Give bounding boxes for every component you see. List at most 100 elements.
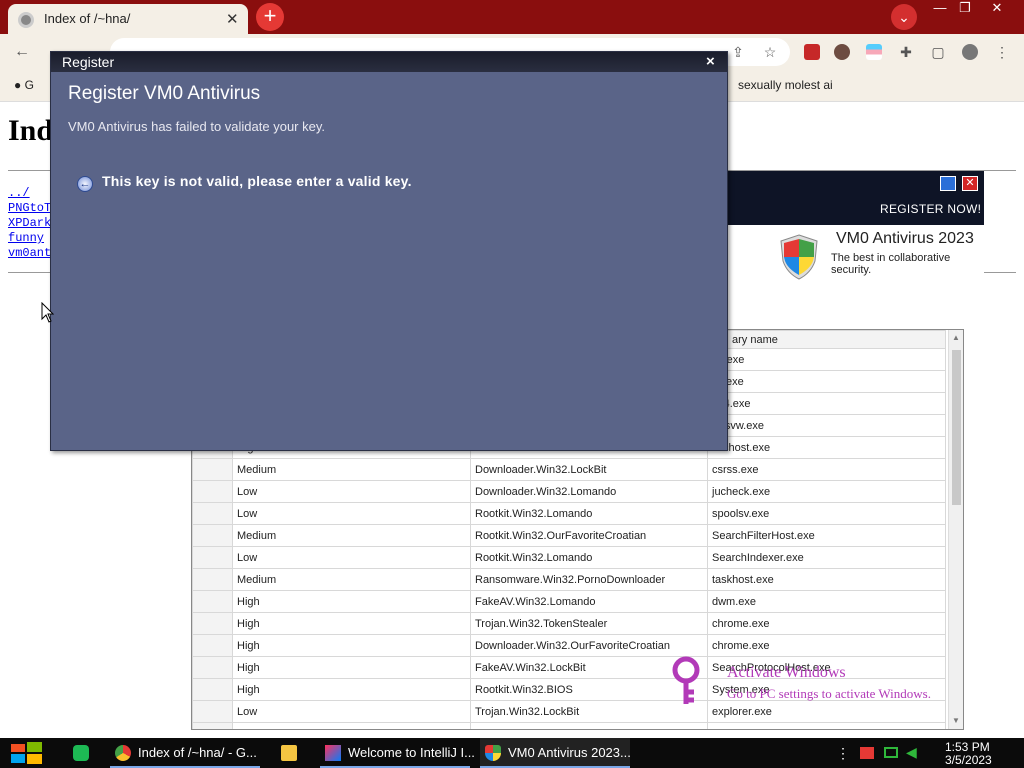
bookmark-item[interactable]: sexually molest ai [738, 78, 833, 92]
threat-name-cell: Ransomware.Win32.PornoDownloader [470, 568, 708, 591]
binary-name-cell: SearchIndexer.exe [707, 546, 946, 569]
directory-listing: ../ PNGtoT XPDark funny vm0ant [8, 186, 51, 261]
scroll-up-icon[interactable]: ▲ [952, 333, 960, 342]
binary-name-cell [707, 722, 946, 729]
table-row[interactable]: Medium Ransomware.Win32.PornoDownloader ta… [192, 568, 946, 591]
directory-link[interactable]: ../ [8, 186, 51, 201]
menu-kebab-icon[interactable]: ⋮ [994, 44, 1010, 60]
row-header-cell [192, 590, 233, 613]
product-tagline: The best in collaborative security. [831, 252, 951, 276]
tab-title: Index of /~hna/ [44, 11, 131, 26]
table-row[interactable]: High Trojan.Win32.TokenStealer chrome.exe [192, 612, 946, 635]
antivirus-header: VM0 Antivirus 2023 The best in collabora… [720, 225, 984, 280]
tab-close-icon[interactable]: ✕ [226, 10, 239, 28]
severity-cell: High [232, 678, 471, 701]
profile-icon[interactable] [962, 44, 978, 60]
dialog-title-bar[interactable]: Register × [51, 52, 727, 72]
threat-name-cell: Rootkit.Win32.Lomando [470, 502, 708, 525]
directory-link[interactable]: XPDark [8, 216, 51, 231]
row-header-cell [192, 480, 233, 503]
row-header-cell [192, 722, 233, 729]
row-header-cell [192, 568, 233, 591]
table-row[interactable]: Medium Rootkit.Win32.OurFavoriteCroatian S… [192, 524, 946, 547]
vertical-scrollbar[interactable]: ▲ ▼ [948, 330, 963, 729]
taskbar-item-chrome[interactable]: Index of /~hna/ - G... [110, 738, 260, 768]
clock-time[interactable]: 1:53 PM [945, 740, 990, 754]
scroll-down-icon[interactable]: ▼ [952, 716, 960, 725]
extensions-puzzle-icon[interactable]: ✚ [898, 44, 914, 60]
taskbar-spotify[interactable] [68, 738, 94, 768]
register-now-link[interactable]: REGISTER NOW! [880, 202, 981, 216]
shield-icon [485, 745, 501, 761]
directory-link[interactable]: PNGtoT [8, 201, 51, 216]
windows-start-icon[interactable] [10, 738, 44, 768]
window-close-button[interactable]: ✕ [982, 0, 1012, 18]
table-row[interactable]: Low Trojan.Win32.LockBit explorer.exe [192, 700, 946, 723]
severity-cell: High [232, 612, 471, 635]
row-header-cell [192, 700, 233, 723]
scrollbar-thumb[interactable] [952, 350, 961, 505]
severity-cell: Medium [232, 568, 471, 591]
threat-name-cell: Rootkit.Win32.Lomando [470, 546, 708, 569]
severity-cell: Low [232, 480, 471, 503]
register-dialog: Register × Register VM0 Antivirus VM0 An… [50, 51, 728, 451]
side-panel-icon[interactable]: ▢ [930, 44, 946, 60]
taskbar: Index of /~hna/ - G... Welcome to Intell… [0, 738, 1024, 768]
threat-name-cell: Downloader.Win32.Lomando [470, 480, 708, 503]
binary-name-cell: torsvw.exe [707, 414, 946, 437]
threat-name-cell: Rootkit.Win32.OurFavoriteCroatian [470, 524, 708, 547]
taskbar-item-vm0[interactable]: VM0 Antivirus 2023... [480, 738, 631, 768]
severity-cell [232, 722, 471, 729]
taskbar-file-explorer[interactable] [276, 738, 306, 768]
minimize-button[interactable] [940, 176, 956, 191]
table-row[interactable]: Low Rootkit.Win32.Lomando spoolsv.exe [192, 502, 946, 525]
flag-extension-icon[interactable] [866, 44, 882, 60]
tab-search-button[interactable]: ⌄ [891, 4, 917, 30]
chrome-icon [115, 745, 131, 761]
binary-name-cell: nit.exe [707, 348, 946, 371]
table-row[interactable]: High FakeAV.Win32.Lomando dwm.exe [192, 590, 946, 613]
info-arrow-icon: ← [77, 176, 93, 192]
dialog-close-button[interactable]: × [706, 53, 715, 70]
volume-icon[interactable]: ◀ [906, 744, 917, 761]
browser-tab-bar: Index of /~hna/ ✕ + ⌄ — ❐ ✕ [0, 0, 1024, 34]
window-restore-button[interactable]: ❐ [950, 0, 980, 18]
shield-icon [780, 234, 818, 280]
threat-name-cell [470, 722, 708, 729]
taskbar-item-intellij[interactable]: Welcome to IntelliJ I... [320, 738, 475, 768]
tray-overflow-icon[interactable]: ⋮ [836, 745, 850, 762]
close-button[interactable]: ✕ [962, 176, 978, 191]
product-name: VM0 Antivirus 2023 [836, 230, 974, 247]
binary-name-cell: s64.exe [707, 392, 946, 415]
table-row[interactable]: HighDownloader.Win32.OurFavoriteCroatian… [192, 634, 946, 657]
threat-name-cell: Trojan.Win32.TokenStealer [470, 612, 708, 635]
bookmark-item[interactable]: ● G [14, 78, 34, 92]
directory-link[interactable]: funny [8, 231, 51, 246]
column-header[interactable]: ary name [707, 330, 946, 349]
clock-date[interactable]: 3/5/2023 [945, 753, 992, 767]
bookmark-star-icon[interactable]: ☆ [762, 44, 778, 60]
extension-avatar-icon[interactable] [834, 44, 850, 60]
back-arrow-icon[interactable]: ← [14, 44, 30, 60]
table-row[interactable]: Low Rootkit.Win32.Lomando SearchIndexer.ex… [192, 546, 946, 569]
severity-cell: Medium [232, 524, 471, 547]
binary-name-cell: chrome.exe [707, 634, 946, 657]
flag-icon[interactable] [860, 747, 874, 759]
network-icon[interactable] [884, 747, 898, 758]
share-icon[interactable]: ⇪ [730, 44, 746, 60]
directory-link[interactable]: vm0ant [8, 246, 51, 261]
new-tab-button[interactable]: + [256, 3, 284, 31]
ublock-extension-icon[interactable] [804, 44, 820, 60]
threat-name-cell: Downloader.Win32.LockBit [470, 458, 708, 481]
folder-icon [281, 745, 297, 761]
table-row[interactable] [192, 722, 946, 729]
mouse-cursor-icon [41, 302, 55, 323]
threat-name-cell: FakeAV.Win32.Lomando [470, 590, 708, 613]
browser-tab[interactable]: Index of /~hna/ ✕ [8, 4, 248, 34]
severity-cell: Low [232, 700, 471, 723]
binary-name-cell: explorer.exe [707, 700, 946, 723]
binary-name-cell: chrome.exe [707, 612, 946, 635]
table-row[interactable]: Medium Downloader.Win32.LockBit csrss.exe [192, 458, 946, 481]
intellij-icon [325, 745, 341, 761]
table-row[interactable]: Low Downloader.Win32.Lomando jucheck.exe [192, 480, 946, 503]
